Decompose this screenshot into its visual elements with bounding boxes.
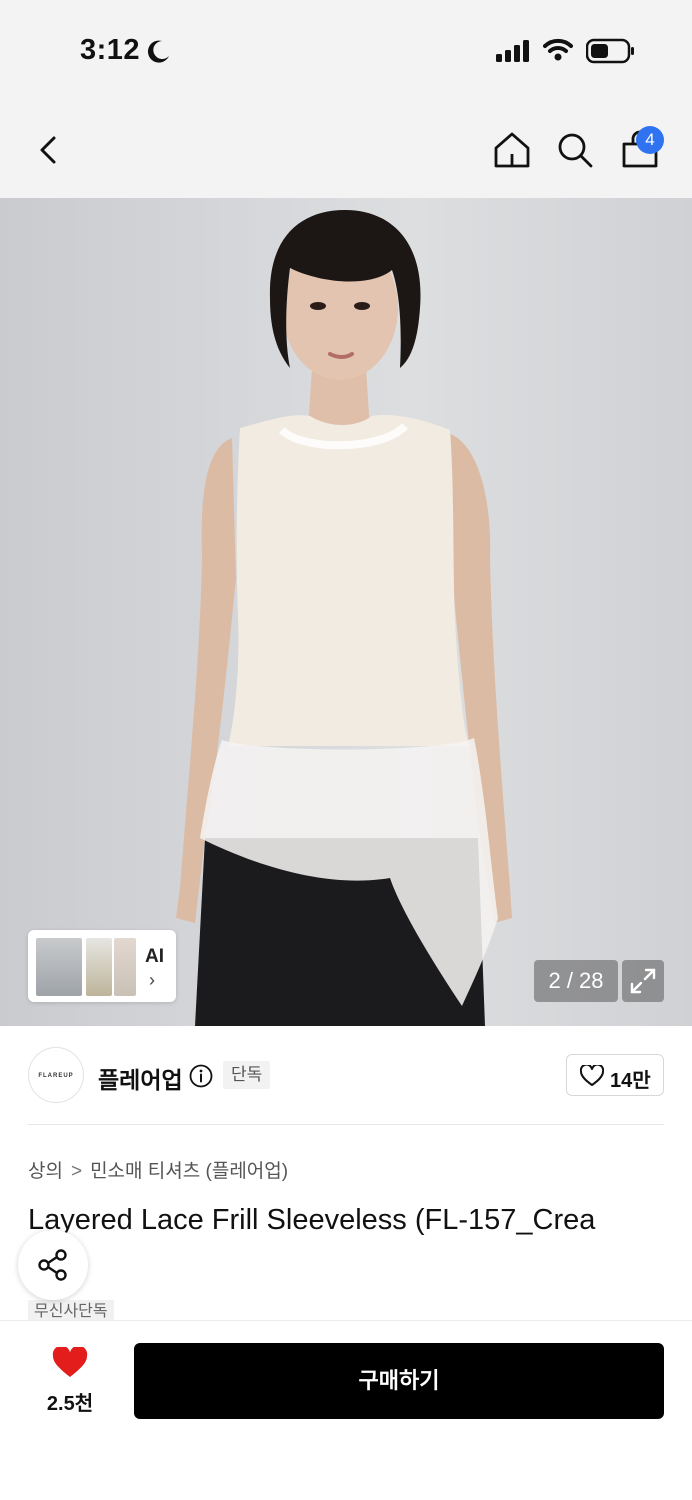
breadcrumb-separator: > xyxy=(70,1161,83,1182)
ai-label: AI xyxy=(145,946,164,967)
home-icon[interactable] xyxy=(492,130,532,170)
thumbnail-3 xyxy=(114,938,136,996)
heart-filled-icon[interactable] xyxy=(52,1347,88,1379)
search-icon[interactable] xyxy=(555,130,595,170)
brand-logo[interactable]: FLAREUP xyxy=(28,1047,84,1103)
status-time: 3:12 xyxy=(80,34,141,66)
chevron-right-icon: › xyxy=(149,970,155,990)
breadcrumb-category[interactable]: 상의 xyxy=(28,1161,63,1182)
image-counter: 2 / 28 xyxy=(534,960,618,1002)
cart-count-badge: 4 xyxy=(636,126,664,154)
back-icon[interactable] xyxy=(30,130,70,170)
product-image[interactable] xyxy=(0,198,692,1026)
battery-icon xyxy=(586,38,634,64)
top-nav xyxy=(0,100,692,198)
exclusive-badge: 단독 xyxy=(223,1061,271,1089)
thumbnail-1 xyxy=(36,938,82,996)
ai-recommend-thumbnail[interactable]: AI › xyxy=(28,930,176,1002)
share-icon xyxy=(38,1249,67,1281)
breadcrumb-subcategory[interactable]: 민소매 티셔츠 (플레어업) xyxy=(90,1161,288,1182)
expand-button[interactable] xyxy=(622,960,664,1002)
brand-like-count: 14만 xyxy=(610,1070,651,1092)
wish-count: 2.5천 xyxy=(46,1393,94,1415)
product-title: Layered Lace Frill Sleeveless (FL-157_Cr… xyxy=(28,1204,596,1236)
share-button[interactable] xyxy=(18,1230,88,1300)
heart-outline-icon xyxy=(580,1065,604,1086)
moon-icon xyxy=(147,40,169,63)
brand-name[interactable]: 플레어업 xyxy=(98,1061,183,1095)
model-photo xyxy=(176,210,512,1026)
buy-button[interactable]: 구매하기 xyxy=(134,1343,664,1419)
thumbnail-2 xyxy=(86,938,112,996)
breadcrumb: 상의 > 민소매 티셔츠 (플레어업) xyxy=(28,1156,288,1183)
wifi-icon xyxy=(543,38,573,61)
expand-icon xyxy=(630,968,656,994)
divider xyxy=(28,1124,664,1125)
status-bar: 3:12 xyxy=(0,0,692,100)
bottom-action-bar: 2.5천 구매하기 xyxy=(0,1320,692,1500)
info-icon[interactable] xyxy=(189,1064,213,1088)
brand-like-button[interactable]: 14만 xyxy=(566,1054,664,1096)
signal-icon xyxy=(496,40,529,62)
